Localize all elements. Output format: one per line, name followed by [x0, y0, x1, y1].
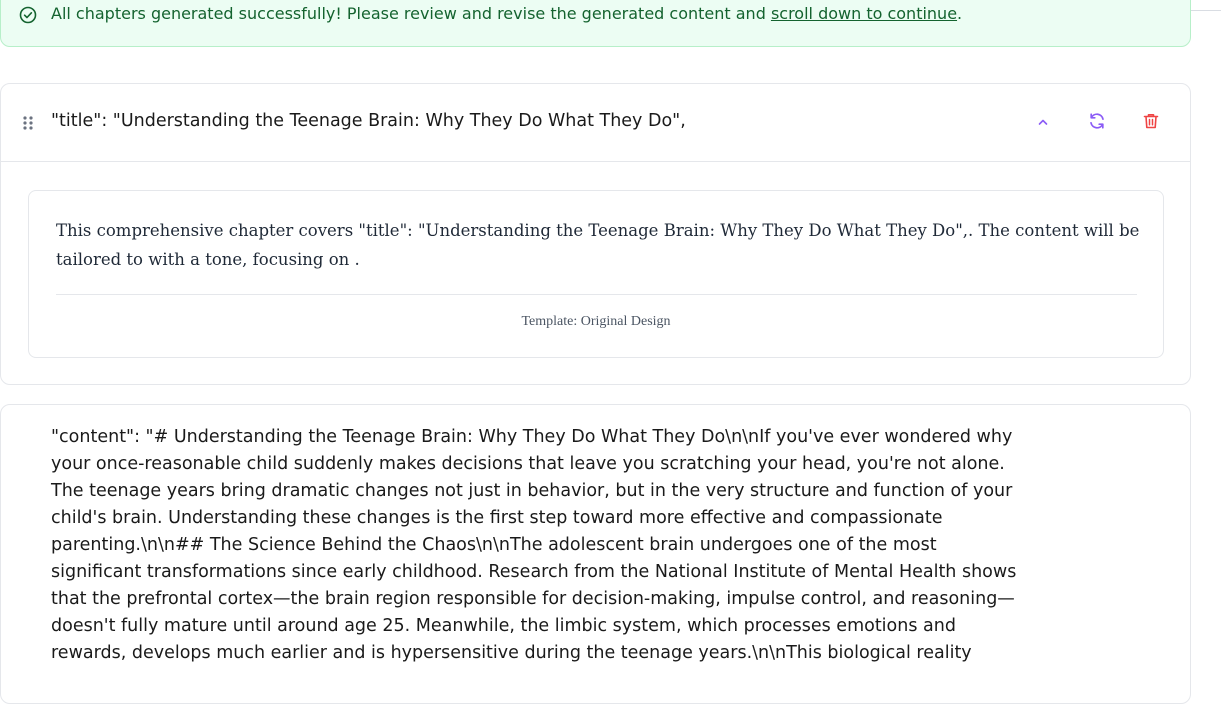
check-circle-icon — [19, 6, 37, 24]
collapse-button[interactable] — [1030, 110, 1056, 136]
content-card: "content": "# Understanding the Teenage … — [0, 404, 1191, 704]
preview-divider — [56, 294, 1137, 295]
chapter-summary: This comprehensive chapter covers "title… — [56, 221, 1140, 269]
success-banner: All chapters generated successfully! Ple… — [0, 0, 1191, 47]
template-label: Template: Original Design — [521, 314, 671, 329]
scroll-down-link[interactable]: scroll down to continue — [771, 4, 957, 23]
drag-handle-icon[interactable] — [22, 115, 34, 131]
chapter-header: "title": "Understanding the Teenage Brai… — [1, 84, 1190, 162]
refresh-icon — [1087, 111, 1107, 135]
success-message-text: All chapters generated successfully! Ple… — [51, 4, 771, 23]
trash-icon — [1142, 112, 1160, 134]
delete-button[interactable] — [1138, 110, 1164, 136]
chapter-title: "title": "Understanding the Teenage Brai… — [51, 111, 686, 131]
success-message: All chapters generated successfully! Ple… — [51, 4, 962, 23]
success-message-suffix: . — [957, 4, 963, 23]
chapter-content-text[interactable]: "content": "# Understanding the Teenage … — [51, 424, 1019, 667]
chapter-card: "title": "Understanding the Teenage Brai… — [0, 83, 1191, 385]
chapter-preview: This comprehensive chapter covers "title… — [28, 190, 1164, 358]
chevron-up-icon — [1036, 114, 1050, 133]
regenerate-button[interactable] — [1084, 110, 1110, 136]
